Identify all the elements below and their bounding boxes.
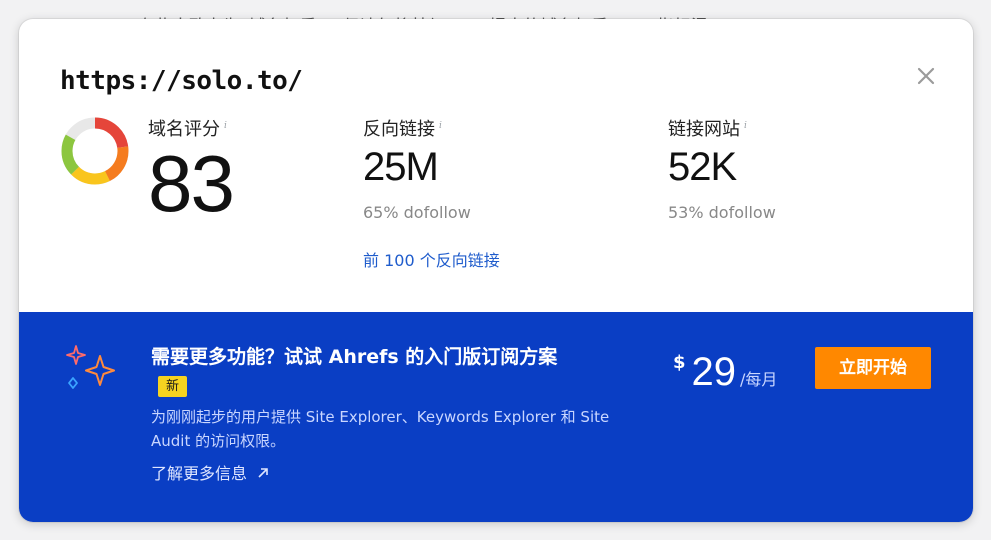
backlinks-value: 25M: [363, 145, 439, 189]
info-icon[interactable]: i: [224, 121, 227, 131]
domain-rating-value: 83: [148, 139, 235, 228]
sparkles-icon: [66, 345, 115, 389]
domain-rating-label: 域名评分 i: [148, 119, 227, 140]
close-button[interactable]: [915, 65, 937, 87]
info-icon[interactable]: i: [439, 121, 442, 131]
upgrade-promo-banner: 需要更多功能？试试 Ahrefs 的入门版订阅方案 新 为刚刚起步的用户提供 S…: [19, 312, 973, 522]
start-now-button[interactable]: 立即开始: [815, 347, 931, 389]
promo-title: 需要更多功能？试试 Ahrefs 的入门版订阅方案: [151, 346, 558, 368]
domain-title: https://solo.to/: [60, 66, 303, 96]
backlinks-label: 反向链接 i: [363, 119, 442, 140]
price-display: $29/每月: [673, 350, 777, 395]
referring-domains-value: 52K: [668, 145, 737, 189]
domain-rating-gauge: [57, 113, 133, 189]
referring-domains-label: 链接网站 i: [668, 119, 747, 140]
top-backlinks-link[interactable]: 前 100 个反向链接: [363, 247, 500, 271]
price-currency: $: [673, 352, 686, 373]
promo-description: 为刚刚起步的用户提供 Site Explorer、Keywords Explor…: [151, 408, 610, 450]
arrow-up-right-icon[interactable]: [256, 466, 270, 480]
referring-domains-dofollow: 53% dofollow: [668, 203, 776, 222]
backlinks-dofollow: 65% dofollow: [363, 203, 471, 222]
close-icon[interactable]: [915, 65, 937, 87]
domain-overview-modal: https://solo.to/ 域名评分 i 83 反向链接 i 25M 65% …: [19, 19, 973, 522]
info-icon[interactable]: i: [744, 121, 747, 131]
new-badge: 新: [158, 376, 187, 397]
learn-more-label[interactable]: 了解更多信息: [151, 464, 247, 483]
price-amount: 29: [691, 350, 737, 394]
price-period: /每月: [740, 370, 778, 389]
learn-more-link[interactable]: 了解更多信息: [151, 460, 270, 484]
